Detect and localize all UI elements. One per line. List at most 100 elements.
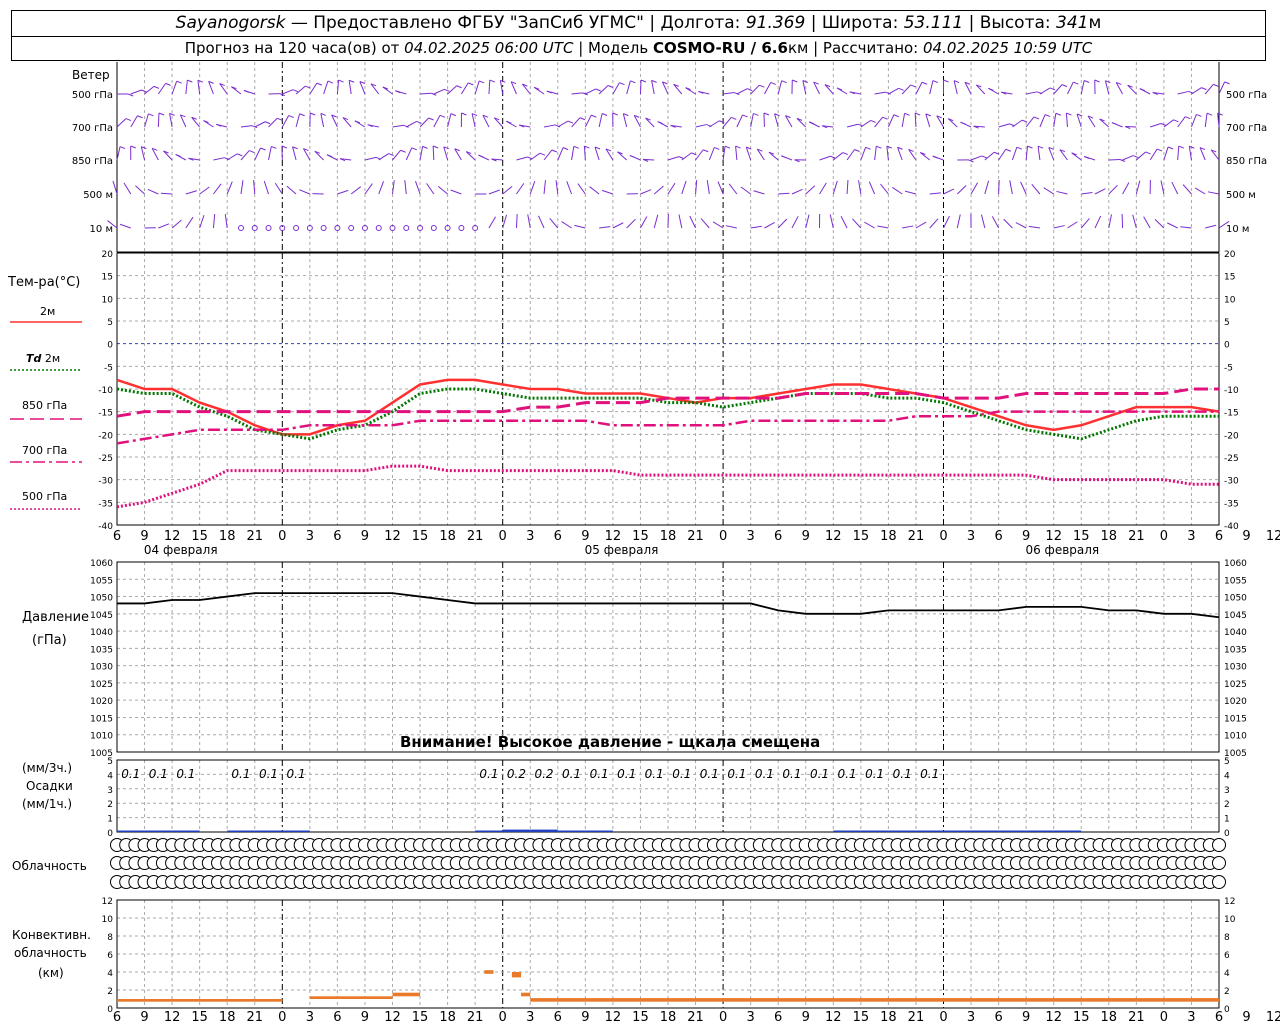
wind-barb-flag bbox=[292, 89, 299, 93]
model-name: COSMO-RU / 6.6 bbox=[652, 39, 788, 57]
wind-barb bbox=[561, 221, 572, 229]
wind-barb-flag bbox=[1111, 122, 1118, 126]
precip-ytick-left: 5 bbox=[107, 757, 113, 767]
pressure-ytick-left: 1040 bbox=[90, 628, 113, 638]
wind-barb bbox=[626, 80, 631, 95]
wind-barb bbox=[864, 221, 875, 229]
wind-barb bbox=[1094, 215, 1102, 229]
legend-td: Td 2м bbox=[26, 352, 60, 365]
wind-barb-flag bbox=[422, 145, 428, 149]
wind-barb bbox=[947, 118, 958, 128]
wind-calm-marker bbox=[375, 225, 382, 231]
conv-xtick-label: 21 bbox=[467, 1010, 484, 1024]
wind-barb-flag bbox=[714, 147, 720, 150]
wind-barb bbox=[254, 121, 266, 128]
wind-barb-flag bbox=[1021, 119, 1028, 123]
precip-bar bbox=[282, 830, 310, 832]
wind-barb bbox=[651, 80, 655, 95]
conv-xtick-label: 3 bbox=[1187, 1010, 1195, 1024]
wind-barb-flag bbox=[1066, 112, 1072, 116]
wind-barb bbox=[640, 216, 648, 229]
conv-xtick-label: 9 bbox=[802, 1010, 810, 1024]
wind-barb-flag bbox=[742, 114, 748, 118]
wind-barb bbox=[998, 123, 1010, 128]
wind-barb bbox=[1104, 80, 1110, 95]
pressure-ytick-right: 1035 bbox=[1224, 645, 1247, 655]
wind-barb bbox=[171, 219, 182, 229]
wind-barb bbox=[888, 87, 899, 95]
conv-xtick-label: 3 bbox=[306, 1010, 314, 1024]
wind-barb bbox=[840, 215, 848, 229]
temp-xtick-label: 9 bbox=[1022, 529, 1030, 544]
wind-barb-flag bbox=[1201, 87, 1207, 91]
wind-barb bbox=[653, 185, 664, 195]
wind-barb bbox=[753, 190, 765, 195]
wind-barb-flag bbox=[316, 82, 323, 86]
wind-barb bbox=[433, 115, 441, 128]
pressure-ytick-left: 1010 bbox=[90, 732, 113, 742]
temp-xtick-label: 15 bbox=[853, 529, 870, 544]
wind-barb bbox=[378, 181, 385, 195]
wind-barb bbox=[171, 81, 178, 95]
temp-ytick-left: 15 bbox=[102, 273, 113, 283]
wind-barb bbox=[998, 148, 1007, 161]
wind-barb bbox=[488, 80, 491, 95]
pressure-title: Давление bbox=[22, 610, 90, 625]
precip-bar bbox=[144, 830, 173, 832]
wind-barb bbox=[404, 180, 407, 195]
pressure-ytick-left: 1020 bbox=[90, 697, 113, 707]
precip-ytick-right: 2 bbox=[1224, 800, 1230, 810]
wind-barb-flag bbox=[416, 120, 422, 124]
temp-xtick-label: 12 bbox=[384, 529, 401, 544]
pressure-ytick-left: 1050 bbox=[90, 594, 113, 604]
model-label: Модель bbox=[588, 39, 649, 57]
wind-barb bbox=[874, 146, 877, 161]
wind-calm-marker bbox=[403, 225, 410, 231]
wind-barb bbox=[626, 218, 636, 229]
wind-barb bbox=[185, 216, 194, 229]
wind-barb bbox=[695, 124, 707, 128]
conv-ytick-right: 8 bbox=[1224, 933, 1230, 943]
wind-barb bbox=[735, 146, 738, 161]
wind-barb bbox=[599, 226, 611, 229]
wind-level-label-left: 10 м bbox=[90, 224, 113, 235]
wind-barb bbox=[240, 150, 250, 161]
header-row-2: Прогноз на 120 часа(ов) от 04.02.2025 06… bbox=[184, 39, 1093, 57]
pressure-ytick-right: 1020 bbox=[1224, 697, 1247, 707]
wind-barb-flag bbox=[573, 145, 579, 149]
conv-cloud-bar bbox=[309, 996, 393, 999]
pressure-unit: (гПа) bbox=[32, 633, 67, 648]
conv-xtick-label: 21 bbox=[246, 1010, 263, 1024]
wind-level-label-left: 500 гПа bbox=[72, 90, 113, 101]
wind-barb bbox=[681, 152, 692, 161]
precip-bar bbox=[1026, 830, 1054, 832]
wind-barb bbox=[447, 113, 452, 128]
wind-barb bbox=[846, 149, 855, 161]
wind-barb bbox=[1099, 118, 1110, 128]
wind-barb bbox=[929, 80, 934, 95]
wind-barb bbox=[130, 89, 142, 95]
conv-xtick-label: 9 bbox=[581, 1010, 589, 1024]
wind-barb bbox=[868, 181, 876, 195]
conv-ytick-right: 12 bbox=[1224, 897, 1235, 907]
wind-barb-flag bbox=[197, 79, 204, 83]
wind-barb bbox=[144, 85, 155, 95]
wind-barb-flag bbox=[579, 117, 586, 121]
temp-xtick-label: 15 bbox=[412, 529, 429, 544]
wind-barb-flag bbox=[119, 146, 126, 150]
wind-barb bbox=[185, 80, 188, 95]
wind-calm-marker bbox=[265, 225, 272, 231]
wind-barb bbox=[768, 151, 779, 161]
legend-500: 500 гПа bbox=[22, 490, 68, 503]
wind-barb bbox=[1190, 114, 1197, 128]
wind-barb bbox=[1003, 218, 1013, 229]
wind-barb bbox=[991, 216, 1000, 229]
conv-xtick-label: 6 bbox=[1215, 1010, 1223, 1024]
wind-calm-marker bbox=[348, 225, 355, 231]
wind-barb bbox=[482, 114, 490, 128]
station-name: Sayanogorsk bbox=[175, 13, 286, 33]
precip-value-label: 0.1 bbox=[810, 767, 829, 781]
wind-barb bbox=[527, 214, 531, 229]
wind-barb bbox=[226, 181, 233, 195]
wind-barb-flag bbox=[489, 79, 495, 83]
